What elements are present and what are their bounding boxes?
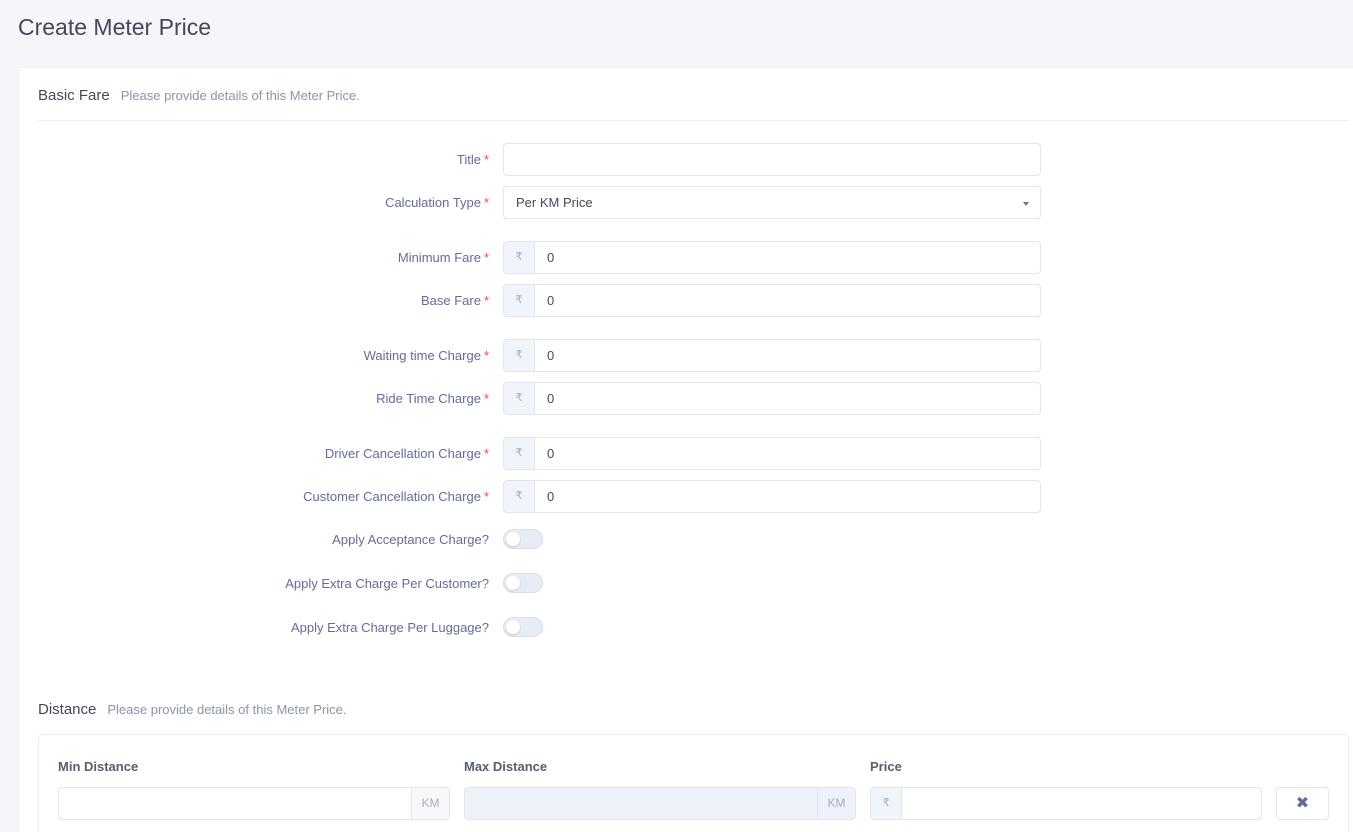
title-label: Title * bbox=[456, 152, 489, 167]
base-fare-label: Base Fare * bbox=[420, 293, 489, 308]
rupee-icon: ₹ bbox=[504, 438, 535, 469]
customer-cancellation-charge-label: Customer Cancellation Charge * bbox=[303, 489, 489, 504]
ride-time-charge-input[interactable]: ₹ 0 bbox=[503, 382, 1041, 415]
rupee-icon: ₹ bbox=[504, 285, 535, 316]
section-subtitle: Please provide details of this Meter Pri… bbox=[120, 88, 360, 103]
extra-per-customer-label: Apply Extra Charge Per Customer? bbox=[285, 576, 489, 591]
extra-per-customer-toggle[interactable] bbox=[503, 573, 543, 593]
toggle-knob bbox=[506, 576, 520, 590]
km-unit: KM bbox=[411, 788, 449, 819]
acceptance-charge-row: Apply Acceptance Charge? bbox=[19, 523, 1119, 556]
calculation-type-select[interactable]: Per KM Price bbox=[503, 186, 1041, 219]
driver-cancellation-charge-input[interactable]: ₹ 0 bbox=[503, 437, 1041, 470]
calculation-type-label: Calculation Type * bbox=[385, 195, 489, 210]
minimum-fare-row: Minimum Fare * ₹ 0 bbox=[19, 241, 1119, 274]
driver-cancellation-charge-value[interactable]: 0 bbox=[535, 438, 1040, 469]
meter-price-form-card: Basic Fare Please provide details of thi… bbox=[18, 67, 1353, 832]
min-distance-input[interactable]: KM bbox=[58, 787, 450, 820]
extra-per-luggage-row: Apply Extra Charge Per Luggage? bbox=[19, 611, 1119, 644]
extra-per-customer-row: Apply Extra Charge Per Customer? bbox=[19, 567, 1119, 600]
title-input[interactable] bbox=[503, 143, 1041, 176]
ride-time-charge-row: Ride Time Charge * ₹ 0 bbox=[19, 382, 1119, 415]
min-distance-header: Min Distance bbox=[58, 759, 139, 774]
max-distance-header: Max Distance bbox=[464, 759, 548, 774]
max-distance-field[interactable] bbox=[465, 788, 817, 819]
customer-cancellation-charge-input[interactable]: ₹ 0 bbox=[503, 480, 1041, 513]
price-field[interactable] bbox=[902, 788, 1261, 819]
minimum-fare-input[interactable]: ₹ 0 bbox=[503, 241, 1041, 274]
ride-time-charge-value[interactable]: 0 bbox=[535, 383, 1040, 414]
price-input[interactable]: ₹ bbox=[870, 787, 1262, 820]
rupee-icon: ₹ bbox=[504, 340, 535, 371]
minimum-fare-label: Minimum Fare * bbox=[397, 250, 489, 265]
rupee-icon: ₹ bbox=[504, 481, 535, 512]
waiting-time-charge-label: Waiting time Charge * bbox=[363, 348, 489, 363]
basic-fare-header: Basic Fare Please provide details of thi… bbox=[38, 87, 360, 104]
price-header: Price bbox=[870, 759, 902, 774]
distance-header: Distance Please provide details of this … bbox=[38, 701, 347, 718]
base-fare-input[interactable]: ₹ 0 bbox=[503, 284, 1041, 317]
driver-cancellation-charge-row: Driver Cancellation Charge * ₹ 0 bbox=[19, 437, 1119, 470]
delete-row-button[interactable]: ✖ bbox=[1276, 787, 1329, 820]
chevron-down-icon bbox=[1023, 202, 1029, 206]
rupee-icon: ₹ bbox=[504, 242, 535, 273]
acceptance-charge-label: Apply Acceptance Charge? bbox=[332, 532, 489, 547]
customer-cancellation-charge-row: Customer Cancellation Charge * ₹ 0 bbox=[19, 480, 1119, 513]
km-unit: KM bbox=[817, 788, 855, 819]
rupee-icon: ₹ bbox=[504, 383, 535, 414]
section-subtitle: Please provide details of this Meter Pri… bbox=[107, 702, 347, 717]
page-title: Create Meter Price bbox=[18, 14, 212, 40]
max-distance-input[interactable]: KM bbox=[464, 787, 856, 820]
distance-table: Min Distance Max Distance Price KM KM ₹ … bbox=[38, 734, 1349, 832]
acceptance-charge-toggle[interactable] bbox=[503, 529, 543, 549]
min-distance-field[interactable] bbox=[59, 788, 411, 819]
extra-per-luggage-toggle[interactable] bbox=[503, 617, 543, 637]
ride-time-charge-label: Ride Time Charge * bbox=[376, 391, 489, 406]
driver-cancellation-charge-label: Driver Cancellation Charge * bbox=[324, 446, 489, 461]
base-fare-value[interactable]: 0 bbox=[535, 285, 1040, 316]
rupee-icon: ₹ bbox=[871, 788, 902, 819]
extra-per-luggage-label: Apply Extra Charge Per Luggage? bbox=[290, 620, 489, 635]
waiting-time-charge-input[interactable]: ₹ 0 bbox=[503, 339, 1041, 372]
title-row: Title * bbox=[19, 143, 1119, 176]
toggle-knob bbox=[506, 620, 520, 634]
section-divider bbox=[38, 120, 1349, 121]
customer-cancellation-charge-value[interactable]: 0 bbox=[535, 481, 1040, 512]
calculation-type-value: Per KM Price bbox=[516, 195, 593, 210]
waiting-time-charge-row: Waiting time Charge * ₹ 0 bbox=[19, 339, 1119, 372]
section-title: Basic Fare bbox=[38, 87, 110, 104]
close-icon: ✖ bbox=[1295, 795, 1310, 812]
base-fare-row: Base Fare * ₹ 0 bbox=[19, 284, 1119, 317]
section-title: Distance bbox=[38, 701, 97, 718]
toggle-knob bbox=[506, 532, 520, 546]
minimum-fare-value[interactable]: 0 bbox=[535, 242, 1040, 273]
waiting-time-charge-value[interactable]: 0 bbox=[535, 340, 1040, 371]
calculation-type-row: Calculation Type * Per KM Price bbox=[19, 186, 1119, 219]
